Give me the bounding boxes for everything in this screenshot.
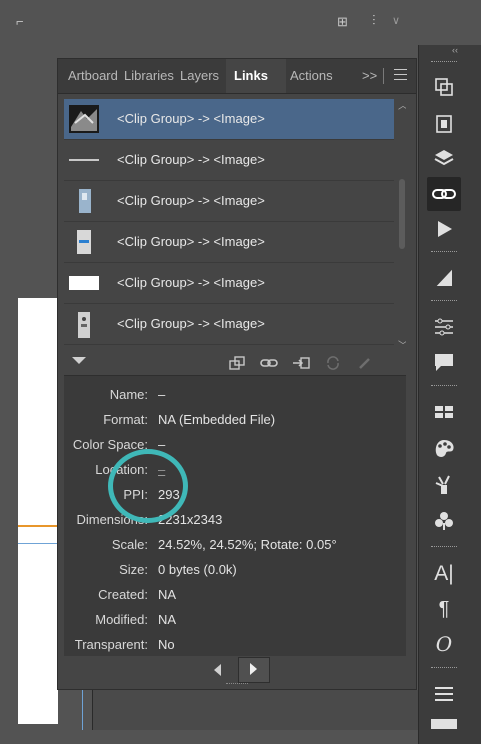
arrange-icon[interactable]: ⊞: [337, 14, 348, 30]
comments-icon[interactable]: [427, 345, 461, 379]
paragraph-icon[interactable]: ¶: [427, 592, 461, 626]
relink-from-library-icon[interactable]: [228, 354, 246, 372]
info-row-dimensions: Dimensions: 2231x2343: [76, 512, 223, 527]
links-list[interactable]: <Clip Group> -> <Image> <Clip Group> -> …: [64, 99, 406, 347]
layers-icon[interactable]: [427, 142, 461, 176]
chevron-down-icon[interactable]: ∨: [392, 14, 400, 27]
tab-links[interactable]: Links: [226, 59, 286, 93]
scrollbar-thumb[interactable]: [399, 179, 405, 249]
symbols-icon[interactable]: [427, 504, 461, 538]
divider: [383, 68, 384, 84]
list-item[interactable]: <Clip Group> -> <Image>: [64, 181, 394, 222]
dock-group-grip[interactable]: [431, 385, 457, 389]
align-icon[interactable]: [427, 677, 461, 711]
dock-group-grip[interactable]: [431, 61, 457, 65]
link-label: <Clip Group> -> <Image>: [117, 316, 265, 331]
character-icon[interactable]: A|: [427, 557, 461, 591]
tab-libraries[interactable]: Libraries: [118, 59, 176, 93]
link-label: <Clip Group> -> <Image>: [117, 193, 265, 208]
panel-resize-grip[interactable]: [226, 683, 248, 688]
image-thumbnail: [77, 230, 91, 254]
selection-line: [82, 690, 83, 730]
panel-dock: ‹‹ A| ¶ O: [418, 45, 481, 744]
publish-icon[interactable]: ⫶: [372, 12, 376, 29]
artboards-icon[interactable]: [427, 70, 461, 104]
info-row-scale: Scale: 24.52%, 24.52%; Rotate: 0.05°: [111, 537, 337, 552]
list-item[interactable]: <Clip Group> -> <Image>: [64, 222, 394, 263]
info-row-size: Size: 0 bytes (0.0k): [119, 562, 237, 577]
image-thumbnail: [69, 105, 99, 133]
highlight-circle-annotation: [108, 449, 188, 523]
relink-icon[interactable]: [260, 354, 278, 372]
links-icon[interactable]: [427, 177, 461, 211]
opentype-icon[interactable]: O: [427, 627, 461, 661]
more-tabs-button[interactable]: >>: [362, 59, 377, 93]
previous-link-icon[interactable]: [214, 664, 221, 676]
tab-artboards[interactable]: Artboards: [58, 59, 118, 93]
actions-icon[interactable]: [427, 212, 461, 246]
next-link-button[interactable]: [238, 657, 270, 683]
window-control-icon[interactable]: ⌐: [16, 14, 24, 29]
dock-group-grip[interactable]: [431, 667, 457, 671]
info-row-created: Created: NA: [98, 587, 177, 602]
image-thumbnail: [79, 189, 91, 213]
edit-original-icon[interactable]: [356, 354, 374, 372]
go-to-link-icon[interactable]: [292, 354, 310, 372]
update-link-icon[interactable]: [324, 354, 342, 372]
app-top-bar: ⌐ ⊞ ⫶ ∨: [0, 0, 417, 50]
transform-icon[interactable]: [431, 719, 457, 729]
links-toolbar: [58, 351, 416, 375]
link-label: <Clip Group> -> <Image>: [117, 111, 265, 126]
list-item[interactable]: <Clip Group> -> <Image>: [64, 140, 394, 181]
properties-icon[interactable]: [427, 310, 461, 344]
panel-tab-bar: Artboards Libraries Layers Links Actions…: [58, 59, 416, 94]
list-item[interactable]: <Clip Group> -> <Image>: [64, 99, 394, 140]
dock-group-grip[interactable]: [431, 300, 457, 304]
list-item[interactable]: <Clip Group> -> <Image>: [64, 304, 394, 345]
panel-menu-icon[interactable]: [394, 69, 407, 83]
show-info-toggle-icon[interactable]: [72, 357, 86, 364]
artboard-canvas[interactable]: [18, 298, 58, 724]
brushes-icon[interactable]: [427, 468, 461, 502]
link-navigation: [58, 655, 416, 685]
links-panel: Artboards Libraries Layers Links Actions…: [57, 58, 417, 690]
tab-actions[interactable]: Actions: [284, 59, 342, 93]
tab-layers[interactable]: Layers: [176, 59, 228, 93]
link-label: <Clip Group> -> <Image>: [117, 234, 265, 249]
info-row-name: Name: –: [109, 387, 166, 402]
link-info-section: Name: – Format: NA (Embedded File) Color…: [64, 375, 406, 656]
image-thumbnail: [78, 312, 90, 338]
dock-group-grip[interactable]: [431, 251, 457, 255]
image-thumbnail: [69, 276, 99, 290]
info-row-color-space: Color Space: –: [72, 437, 166, 452]
list-item[interactable]: <Clip Group> -> <Image>: [64, 263, 394, 304]
scroll-down-icon[interactable]: ﹀: [398, 337, 406, 347]
color-icon[interactable]: [427, 432, 461, 466]
info-row-format: Format: NA (Embedded File): [103, 412, 276, 427]
collapse-dock-icon[interactable]: ‹‹: [452, 45, 458, 55]
scroll-up-icon[interactable]: ︿: [398, 99, 406, 112]
play-right-icon: [250, 663, 257, 675]
libraries-icon[interactable]: [427, 107, 461, 141]
appearance-icon[interactable]: [427, 260, 461, 294]
info-row-modified: Modified: NA: [95, 612, 177, 627]
link-label: <Clip Group> -> <Image>: [117, 275, 265, 290]
info-row-transparent: Transparent: No: [74, 637, 175, 652]
dock-group-grip[interactable]: [431, 546, 457, 550]
link-label: <Clip Group> -> <Image>: [117, 152, 265, 167]
swatches-icon[interactable]: [427, 395, 461, 429]
image-thumbnail: [69, 159, 99, 161]
selection-line: [18, 543, 58, 544]
list-scrollbar[interactable]: ︿ ﹀: [398, 101, 406, 347]
guide-line: [18, 525, 58, 527]
pasteboard: [92, 690, 419, 730]
